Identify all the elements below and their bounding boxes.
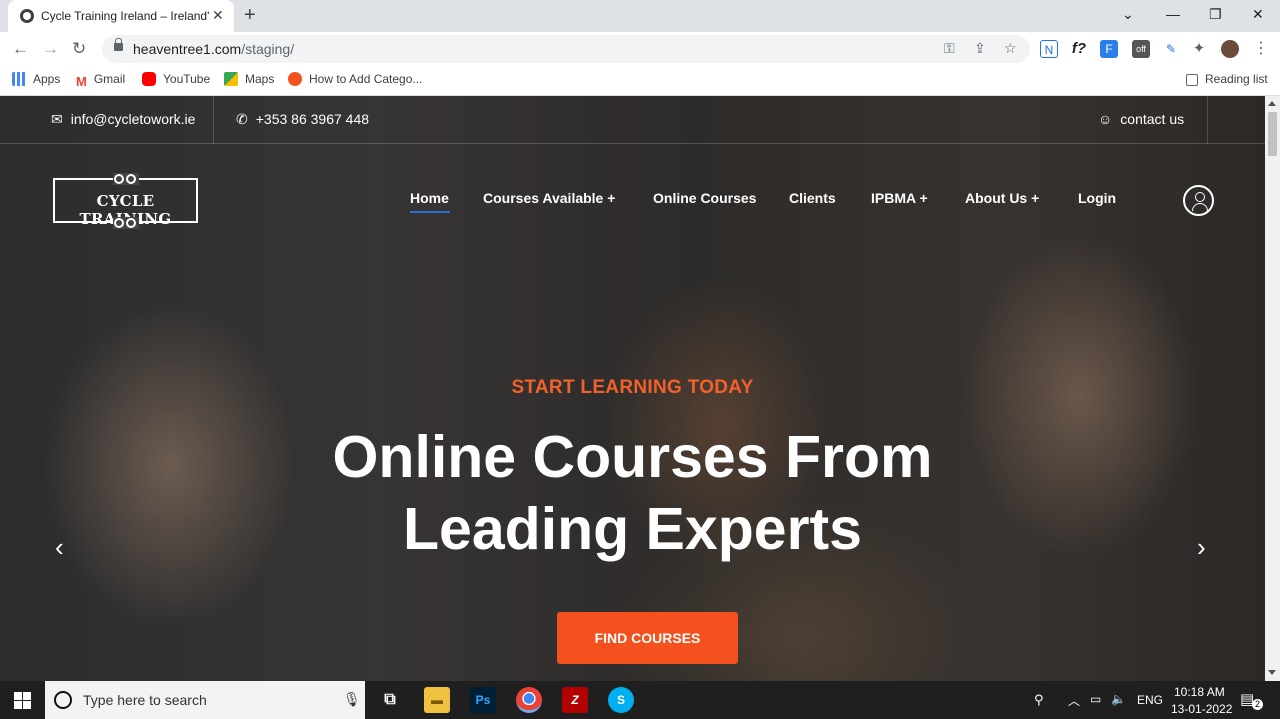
support-agent-icon: ☺ bbox=[1098, 111, 1113, 127]
maps-icon bbox=[224, 72, 238, 86]
network-icon[interactable]: ▭ bbox=[1090, 692, 1101, 706]
nav-courses-available[interactable]: Courses Available + bbox=[483, 190, 615, 206]
off-extension-icon[interactable]: off bbox=[1132, 40, 1150, 58]
share-icon[interactable]: ⇪ bbox=[974, 40, 986, 57]
bookmarks-bar: Apps M Gmail YouTube Maps How to Add Cate… bbox=[0, 66, 1280, 96]
notification-count-badge: 2 bbox=[1252, 699, 1263, 710]
file-explorer-icon[interactable]: ▬ bbox=[424, 687, 450, 713]
apps-grid-icon bbox=[12, 72, 26, 86]
bookmark-gmail[interactable]: M Gmail bbox=[76, 72, 125, 89]
slider-prev-arrow-icon[interactable]: ‹ bbox=[55, 532, 64, 563]
cortana-icon bbox=[54, 691, 72, 709]
input-language[interactable]: ENG bbox=[1137, 693, 1163, 707]
minimize-button[interactable]: — bbox=[1166, 6, 1180, 22]
new-tab-button[interactable]: + bbox=[244, 4, 256, 27]
hero-section: ✉ info@cycletowork.ie ✆ +353 86 3967 448 ☺… bbox=[0, 96, 1265, 681]
profile-avatar[interactable] bbox=[1221, 40, 1239, 58]
chrome-icon[interactable] bbox=[516, 687, 542, 713]
nav-home[interactable]: Home bbox=[410, 190, 449, 206]
bookmark-how-to-add[interactable]: How to Add Catego... bbox=[288, 72, 422, 86]
forward-icon[interactable]: → bbox=[42, 39, 59, 59]
back-icon[interactable]: ← bbox=[12, 39, 29, 59]
show-hidden-icons-chevron-icon[interactable]: ︿ bbox=[1068, 692, 1080, 709]
photoshop-icon[interactable]: Ps bbox=[470, 687, 496, 713]
password-key-icon[interactable]: ⚿ bbox=[944, 40, 955, 57]
user-account-icon[interactable] bbox=[1183, 185, 1214, 216]
reading-list-icon bbox=[1186, 74, 1198, 86]
scroll-down-icon[interactable] bbox=[1268, 670, 1276, 675]
gmail-icon: M bbox=[76, 74, 87, 89]
site-favicon-icon bbox=[20, 9, 34, 23]
people-icon[interactable]: ⚲ bbox=[1034, 692, 1044, 708]
formula-extension-icon[interactable]: f? bbox=[1070, 40, 1088, 58]
hero-headline-line-2: Leading Experts bbox=[402, 496, 862, 562]
phone-link[interactable]: ✆ +353 86 3967 448 bbox=[236, 111, 369, 128]
bookmark-maps[interactable]: Maps bbox=[224, 72, 274, 86]
slider-next-arrow-icon[interactable]: › bbox=[1197, 532, 1206, 563]
close-tab-icon[interactable]: ✕ bbox=[212, 7, 224, 24]
maximize-button[interactable]: ❐ bbox=[1209, 6, 1222, 23]
address-bar[interactable]: heaventree1.com/staging/ ⚿ ⇪ ☆ bbox=[102, 35, 1030, 63]
extension-f-icon[interactable]: F bbox=[1100, 40, 1118, 58]
tab-search-chevron-icon[interactable]: ⌄ bbox=[1122, 6, 1134, 23]
browser-tab[interactable]: Cycle Training Ireland – Ireland's ✕ bbox=[8, 0, 234, 32]
search-placeholder: Type here to search bbox=[83, 692, 207, 708]
taskbar-search-box[interactable]: Type here to search 🎙 bbox=[45, 681, 365, 719]
hero-headline-line-1: Online Courses From bbox=[332, 424, 933, 490]
tab-title: Cycle Training Ireland – Ireland's bbox=[41, 9, 209, 23]
browser-toolbar: ← → ↻ heaventree1.com/staging/ ⚿ ⇪ ☆ N f… bbox=[0, 32, 1280, 66]
reload-icon[interactable]: ↻ bbox=[72, 39, 86, 59]
browser-menu-icon[interactable]: ⋮ bbox=[1252, 40, 1270, 58]
site-logo[interactable]: CYCLE TRAINING bbox=[53, 173, 198, 229]
lock-icon[interactable] bbox=[114, 38, 123, 51]
bookmark-apps[interactable]: Apps bbox=[12, 72, 60, 86]
task-view-icon[interactable]: ⧉ bbox=[377, 687, 403, 713]
reading-list-button[interactable]: Reading list bbox=[1186, 72, 1268, 86]
volume-icon[interactable]: 🔈 bbox=[1111, 692, 1126, 706]
notion-extension-icon[interactable]: N bbox=[1040, 40, 1058, 58]
nav-about-us[interactable]: About Us + bbox=[965, 190, 1039, 206]
nav-active-indicator bbox=[410, 211, 450, 213]
contact-us-link[interactable]: ☺ contact us bbox=[1098, 111, 1184, 127]
phone-icon: ✆ bbox=[236, 111, 248, 127]
youtube-icon bbox=[142, 72, 156, 86]
envelope-icon: ✉ bbox=[51, 111, 63, 127]
chain-icon bbox=[113, 217, 139, 229]
find-courses-button[interactable]: FIND COURSES bbox=[557, 612, 738, 664]
windows-start-icon[interactable] bbox=[14, 692, 31, 709]
divider bbox=[213, 96, 214, 144]
clock-date[interactable]: 13-01-2022 bbox=[1171, 702, 1232, 716]
nav-ipbma[interactable]: IPBMA + bbox=[871, 190, 928, 206]
hero-kicker: START LEARNING TODAY bbox=[511, 377, 754, 398]
email-link[interactable]: ✉ info@cycletowork.ie bbox=[51, 111, 195, 128]
bookmark-site-icon bbox=[288, 72, 302, 86]
top-contact-bar: ✉ info@cycletowork.ie ✆ +353 86 3967 448 ☺… bbox=[0, 96, 1265, 144]
browser-tab-bar: Cycle Training Ireland – Ireland's ✕ + ⌄… bbox=[0, 0, 1280, 32]
divider bbox=[1207, 96, 1208, 144]
chain-icon bbox=[113, 173, 139, 185]
hero-headline: Online Courses From Leading Experts bbox=[0, 421, 1265, 565]
clock-time[interactable]: 10:18 AM bbox=[1174, 685, 1225, 699]
bookmark-star-icon[interactable]: ☆ bbox=[1004, 40, 1017, 57]
windows-taskbar: Type here to search 🎙 ⧉ ▬ Ps Z S ⚲ ︿ ▭ 🔈… bbox=[0, 681, 1280, 719]
page-scrollbar[interactable] bbox=[1265, 96, 1280, 681]
microphone-icon[interactable]: 🎙 bbox=[343, 691, 361, 708]
nav-login[interactable]: Login bbox=[1078, 190, 1116, 206]
nav-online-courses[interactable]: Online Courses bbox=[653, 190, 756, 206]
scroll-up-icon[interactable] bbox=[1268, 101, 1276, 106]
bookmark-youtube[interactable]: YouTube bbox=[142, 72, 210, 86]
extensions-puzzle-icon[interactable]: ✦ bbox=[1190, 40, 1208, 58]
url-text[interactable]: heaventree1.com/staging/ bbox=[133, 41, 294, 57]
close-window-button[interactable]: ✕ bbox=[1252, 6, 1264, 23]
scrollbar-thumb[interactable] bbox=[1268, 112, 1277, 156]
skype-icon[interactable]: S bbox=[608, 687, 634, 713]
filezilla-icon[interactable]: Z bbox=[562, 687, 588, 713]
pen-extension-icon[interactable]: ✎ bbox=[1162, 40, 1180, 58]
nav-clients[interactable]: Clients bbox=[789, 190, 836, 206]
